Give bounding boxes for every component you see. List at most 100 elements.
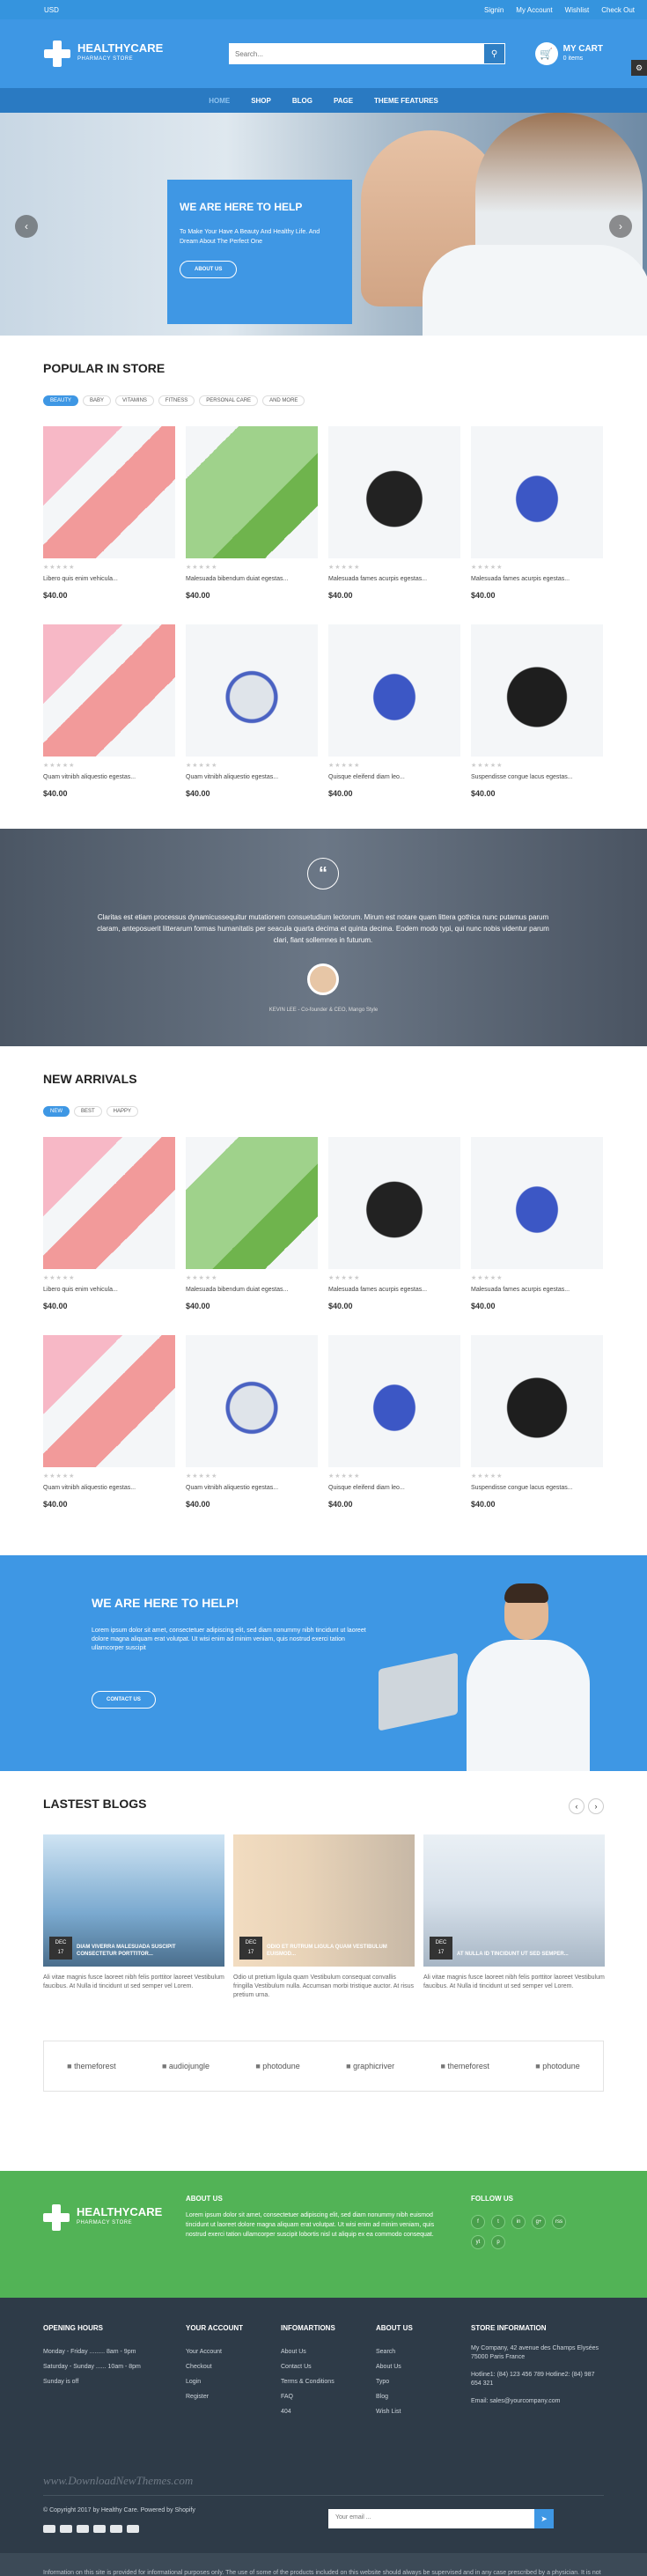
product-image[interactable] (328, 1335, 460, 1467)
brand-photodune[interactable]: photodune (255, 2062, 300, 2070)
tab-beauty[interactable]: BEAUTY (43, 395, 79, 406)
nav-home[interactable]: HOME (209, 97, 230, 105)
store-email[interactable]: Email: sales@yourcompany.com (471, 2397, 603, 2406)
checkout-link[interactable]: Check Out (601, 6, 635, 14)
brand-photodune[interactable]: photodune (535, 2062, 580, 2070)
logo[interactable]: HEALTHYCARE PHARMACY STORE (44, 41, 185, 67)
settings-tab-icon[interactable]: ⚙ (631, 60, 647, 76)
product-image[interactable] (471, 1335, 603, 1467)
brand-themeforest[interactable]: themeforest (440, 2062, 489, 2070)
tab-baby[interactable]: BABY (83, 395, 112, 406)
product-card[interactable]: ★★★★★ Malesuada fames acurpis egestas... $… (471, 426, 603, 624)
my-account-link[interactable]: My Account (516, 6, 552, 14)
product-image[interactable] (328, 1137, 460, 1269)
product-image[interactable] (43, 1335, 175, 1467)
product-image[interactable] (43, 624, 175, 757)
product-card[interactable]: ★★★★★ Malesuada bibendum duiat egestas...… (186, 1137, 318, 1335)
footer-link[interactable]: Checkout (186, 2359, 243, 2374)
product-name[interactable]: Quam vitnibh aliquestio egestas... (186, 774, 318, 780)
product-name[interactable]: Libero quis enim vehicula... (43, 576, 175, 582)
product-image[interactable] (471, 1137, 603, 1269)
product-card[interactable]: ★★★★★ Quisque eleifend diam leo... $40.00 (328, 1335, 460, 1533)
twitter-icon[interactable]: t (491, 2215, 505, 2229)
newsletter-input[interactable]: Your email ... (328, 2509, 534, 2528)
footer-link[interactable]: Typo (376, 2374, 413, 2389)
cart[interactable]: 🛒 MY CART 0 items (534, 42, 603, 65)
product-card[interactable]: ★★★★★ Suspendisse congue lacus egestas...… (471, 624, 603, 823)
product-card[interactable]: ★★★★★ Libero quis enim vehicula... $40.00 (43, 426, 175, 624)
product-image[interactable] (328, 624, 460, 757)
youtube-icon[interactable]: yt (471, 2235, 485, 2249)
product-name[interactable]: Malesuada fames acurpis egestas... (328, 576, 460, 582)
brand-graphicriver[interactable]: graphicriver (346, 2062, 394, 2070)
brand-audiojungle[interactable]: audiojungle (162, 2062, 210, 2070)
product-card[interactable]: ★★★★★ Quam vitnibh aliquestio egestas... $… (43, 624, 175, 823)
footer-logo[interactable]: HEALTHYCARE PHARMACY STORE (43, 2204, 162, 2231)
contact-us-button[interactable]: CONTACT US (92, 1691, 156, 1709)
product-image[interactable] (186, 1335, 318, 1467)
nav-page[interactable]: PAGE (334, 97, 353, 105)
blog-next-icon[interactable]: › (588, 1798, 604, 1814)
product-image[interactable] (471, 426, 603, 558)
footer-link[interactable]: Register (186, 2389, 243, 2404)
tab-best[interactable]: BEST (74, 1106, 102, 1117)
product-name[interactable]: Malesuada fames acurpis egestas... (471, 1287, 603, 1293)
tab-personal-care[interactable]: PERSONAL CARE (199, 395, 259, 406)
footer-link[interactable]: Wish List (376, 2404, 413, 2419)
slider-prev-icon[interactable]: ‹ (15, 215, 38, 238)
product-card[interactable]: ★★★★★ Malesuada fames acurpis egestas... $… (471, 1137, 603, 1335)
product-card[interactable]: ★★★★★ Malesuada bibendum duiat egestas...… (186, 426, 318, 624)
search-button[interactable]: ⚲ (484, 43, 505, 64)
rss-icon[interactable]: rss (552, 2215, 566, 2229)
footer-link[interactable]: Contact Us (281, 2359, 335, 2374)
footer-link[interactable]: Search (376, 2344, 413, 2359)
product-card[interactable]: ★★★★★ Quam vitnibh aliquestio egestas... $… (186, 1335, 318, 1533)
linkedin-icon[interactable]: in (511, 2215, 526, 2229)
search-input[interactable] (229, 43, 484, 64)
product-card[interactable]: ★★★★★ Libero quis enim vehicula... $40.00 (43, 1137, 175, 1335)
product-name[interactable]: Suspendisse congue lacus egestas... (471, 1485, 603, 1491)
footer-link[interactable]: About Us (281, 2344, 335, 2359)
product-image[interactable] (328, 426, 460, 558)
product-image[interactable] (43, 426, 175, 558)
brand-themeforest[interactable]: themeforest (67, 2062, 116, 2070)
product-name[interactable]: Malesuada bibendum duiat egestas... (186, 1287, 318, 1293)
product-card[interactable]: ★★★★★ Suspendisse congue lacus egestas...… (471, 1335, 603, 1533)
product-name[interactable]: Quam vitnibh aliquestio egestas... (186, 1485, 318, 1491)
product-name[interactable]: Malesuada fames acurpis egestas... (328, 1287, 460, 1293)
blog-prev-icon[interactable]: ‹ (569, 1798, 585, 1814)
blog-card[interactable]: DEC 17 ODIO ET RUTRUM LIGULA QUAM VESTIBU… (233, 1834, 415, 2000)
product-name[interactable]: Malesuada bibendum duiat egestas... (186, 576, 318, 582)
tab-and-more[interactable]: AND MORE (262, 395, 305, 406)
google-plus-icon[interactable]: g+ (532, 2215, 546, 2229)
slider-next-icon[interactable]: › (609, 215, 632, 238)
currency-selector[interactable]: USD (44, 6, 59, 14)
footer-link[interactable]: About Us (376, 2359, 413, 2374)
nav-blog[interactable]: BLOG (292, 97, 312, 105)
footer-link[interactable]: Terms & Conditions (281, 2374, 335, 2389)
blog-card[interactable]: DEC 17 DIAM VIVERRA MALESUADA SUSCIPIT CO… (43, 1834, 224, 2000)
product-name[interactable]: Quisque eleifend diam leo... (328, 774, 460, 780)
tab-vitamins[interactable]: VITAMINS (115, 395, 154, 406)
tab-new[interactable]: NEW (43, 1106, 70, 1117)
footer-link[interactable]: Blog (376, 2389, 413, 2404)
product-card[interactable]: ★★★★★ Quisque eleifend diam leo... $40.00 (328, 624, 460, 823)
footer-link[interactable]: 404 (281, 2404, 335, 2419)
blog-card[interactable]: DEC 17 AT NULLA ID TINCIDUNT UT SED SEMPE… (423, 1834, 605, 2000)
product-image[interactable] (186, 1137, 318, 1269)
product-card[interactable]: ★★★★★ Quam vitnibh aliquestio egestas... $… (43, 1335, 175, 1533)
tab-happy[interactable]: HAPPY (106, 1106, 139, 1117)
product-card[interactable]: ★★★★★ Malesuada fames acurpis egestas... $… (328, 1137, 460, 1335)
product-name[interactable]: Suspendisse congue lacus egestas... (471, 774, 603, 780)
about-us-button[interactable]: ABOUT US (180, 261, 238, 278)
product-card[interactable]: ★★★★★ Malesuada fames acurpis egestas... $… (328, 426, 460, 624)
product-name[interactable]: Quam vitnibh aliquestio egestas... (43, 1485, 175, 1491)
signin-link[interactable]: Signin (484, 6, 504, 14)
product-image[interactable] (186, 624, 318, 757)
wishlist-link[interactable]: Wishlist (565, 6, 590, 14)
footer-link[interactable]: Your Account (186, 2344, 243, 2359)
footer-link[interactable]: FAQ (281, 2389, 335, 2404)
nav-theme-features[interactable]: THEME FEATURES (374, 97, 438, 105)
footer-link[interactable]: Login (186, 2374, 243, 2389)
product-name[interactable]: Malesuada fames acurpis egestas... (471, 576, 603, 582)
